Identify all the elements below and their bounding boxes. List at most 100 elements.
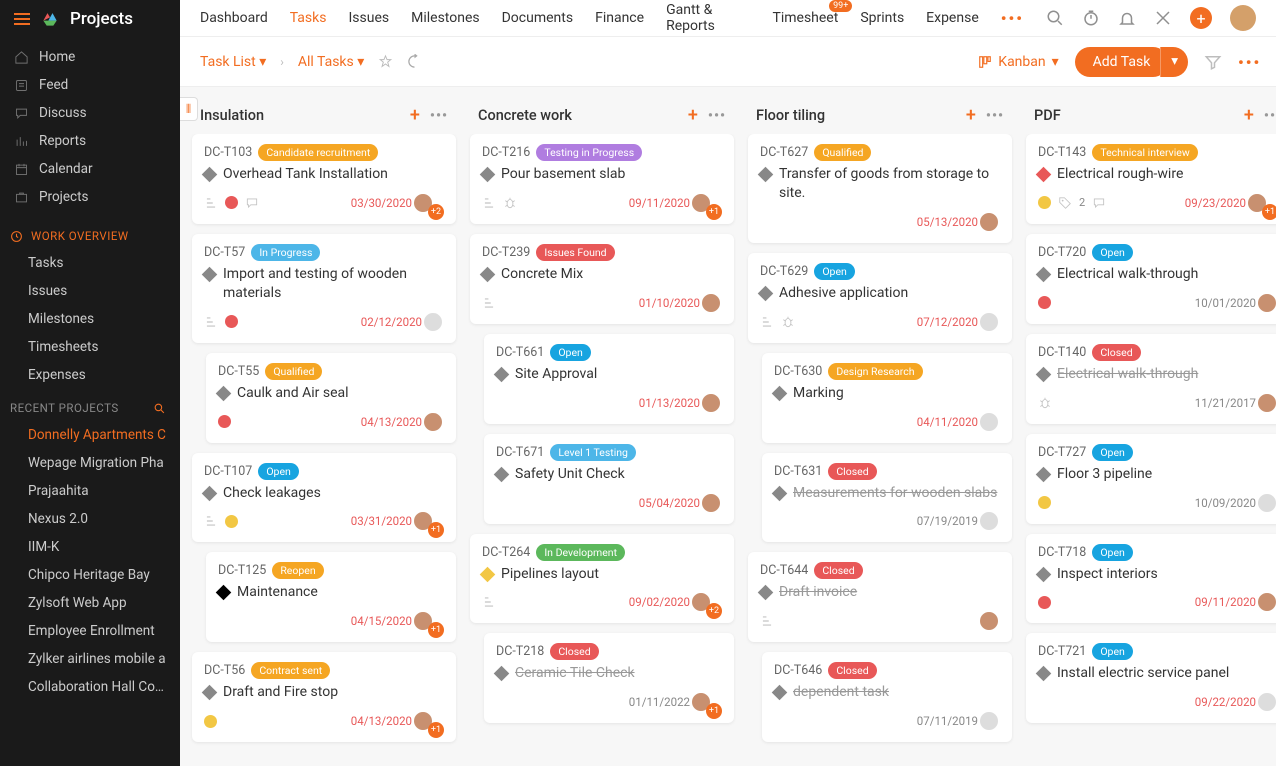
column-more-icon[interactable]: ••• [708,108,726,124]
search-icon[interactable] [153,402,166,415]
task-card[interactable]: DC-T644ClosedDraft invoice [748,552,1012,642]
add-task-button[interactable]: Add Task [1075,47,1169,77]
recent-project-item[interactable]: Wepage Migration Pha [0,449,180,477]
top-tab-timesheet[interactable]: Timesheet99+ [772,10,838,26]
status-pill: Open [550,344,591,361]
recent-project-item[interactable]: Nexus 2.0 [0,505,180,533]
top-tab-dashboard[interactable]: Dashboard [200,10,268,26]
board-slide-handle[interactable]: ⦀ [180,97,198,121]
sidebar-sub-tasks[interactable]: Tasks [0,249,180,277]
task-card[interactable]: DC-T143Technical interviewElectrical rou… [1026,134,1276,224]
column-add-icon[interactable]: + [410,105,420,126]
sidebar-item-calendar[interactable]: Calendar [0,155,180,183]
task-card[interactable]: DC-T107OpenCheck leakages03/31/2020+1 [192,453,456,543]
task-card[interactable]: DC-T727OpenFloor 3 pipeline10/09/2020 [1026,434,1276,524]
task-card[interactable]: DC-T661OpenSite Approval01/13/2020 [484,334,734,424]
recent-project-item[interactable]: Chipco Heritage Bay [0,561,180,589]
avatar-more-count: +2 [706,603,722,619]
sidebar-sub-issues[interactable]: Issues [0,277,180,305]
add-task-dropdown[interactable]: ▾ [1160,47,1188,77]
task-card[interactable]: DC-T721OpenInstall electric service pane… [1026,633,1276,723]
recent-project-item[interactable]: Zylsoft Web App [0,589,180,617]
task-card[interactable]: DC-T627QualifiedTransfer of goods from s… [748,134,1012,243]
task-card[interactable]: DC-T239Issues FoundConcrete Mix01/10/202… [470,234,734,324]
tag-count: 2 [1079,196,1085,209]
timer-icon[interactable] [1082,9,1100,27]
task-title: Maintenance [237,583,318,602]
task-id: DC-T661 [496,345,544,360]
sidebar-item-projects[interactable]: Projects [0,183,180,211]
column-add-icon[interactable]: + [1244,105,1254,126]
search-icon[interactable] [1046,9,1064,27]
top-tab-documents[interactable]: Documents [502,10,573,26]
task-card[interactable]: DC-T671Level 1 TestingSafety Unit Check0… [484,434,734,524]
recent-project-item[interactable]: Donnelly Apartments C [0,421,180,449]
task-card[interactable]: DC-T264In DevelopmentPipelines layout09/… [470,534,734,624]
sidebar-item-home[interactable]: Home [0,43,180,71]
sidebar-sub-milestones[interactable]: Milestones [0,305,180,333]
task-id: DC-T125 [218,563,266,578]
task-title: Caulk and Air seal [237,384,349,403]
sidebar-item-discuss[interactable]: Discuss [0,99,180,127]
top-tab-issues[interactable]: Issues [348,10,389,26]
task-card[interactable]: DC-T56Contract sentDraft and Fire stop04… [192,652,456,742]
more-tabs-icon[interactable]: ••• [1001,9,1024,28]
top-tab-gantt-reports[interactable]: Gantt & Reports [666,2,750,34]
kanban-board: ⦀ Insulation+•••DC-T103Candidate recruit… [180,87,1276,766]
priority-diamond-icon [480,566,496,582]
task-card[interactable]: DC-T57In ProgressImport and testing of w… [192,234,456,343]
hamburger-icon[interactable] [14,13,30,25]
view-selector[interactable]: Kanban ▾ [978,54,1058,70]
column-more-icon[interactable]: ••• [1264,108,1276,124]
task-card[interactable]: DC-T718OpenInspect interiors09/11/2020 [1026,534,1276,624]
task-card[interactable]: DC-T720OpenElectrical walk-through10/01/… [1026,234,1276,324]
recent-project-item[interactable]: Collaboration Hall Cons [0,673,180,701]
task-card[interactable]: DC-T629OpenAdhesive application07/12/202… [748,253,1012,343]
recent-project-item[interactable]: IIM-K [0,533,180,561]
star-icon[interactable] [378,54,393,69]
tools-icon[interactable] [1154,9,1172,27]
column-more-icon[interactable]: ••• [986,108,1004,124]
task-card[interactable]: DC-T55QualifiedCaulk and Air seal04/13/2… [206,353,456,443]
task-card[interactable]: DC-T140ClosedElectrical walk-through11/2… [1026,334,1276,424]
top-tab-expense[interactable]: Expense [926,10,979,26]
avatar-more-count: +1 [428,522,444,538]
recent-project-item[interactable]: Zylker airlines mobile a [0,645,180,673]
recent-project-item[interactable]: Employee Enrollment [0,617,180,645]
top-tab-tasks[interactable]: Tasks [290,10,327,26]
task-card[interactable]: DC-T646Closeddependent task07/11/2019 [762,652,1012,742]
filter-icon[interactable] [1204,53,1222,71]
work-overview-header[interactable]: WORK OVERVIEW [0,217,180,249]
top-tab-sprints[interactable]: Sprints [860,10,904,26]
priority-diamond-icon [1036,267,1052,283]
sidebar-item-reports[interactable]: Reports [0,127,180,155]
sidebar-sub-timesheets[interactable]: Timesheets [0,333,180,361]
recent-project-item[interactable]: Prajaahita [0,477,180,505]
task-card[interactable]: DC-T218ClosedCeramic Tile Check01/11/202… [484,633,734,723]
column-more-icon[interactable]: ••• [430,108,448,124]
column-add-icon[interactable]: + [688,105,698,126]
top-tab-milestones[interactable]: Milestones [411,10,480,26]
task-card[interactable]: DC-T631ClosedMeasurements for wooden sla… [762,453,1012,543]
user-avatar[interactable] [1230,5,1256,31]
priority-med-icon [225,515,238,528]
sidebar-item-feed[interactable]: Feed [0,71,180,99]
refresh-icon[interactable] [407,54,422,69]
task-card[interactable]: DC-T125ReopenMaintenance04/15/2020+1 [206,552,456,642]
breadcrumb-all-tasks[interactable]: All Tasks ▾ [298,54,364,70]
task-card[interactable]: DC-T216Testing in ProgressPour basement … [470,134,734,224]
top-tab-finance[interactable]: Finance [595,10,644,26]
global-add-button[interactable]: + [1190,7,1212,29]
avatar-more-count: +1 [1262,204,1276,220]
bell-icon[interactable] [1118,9,1136,27]
breadcrumb-task-list[interactable]: Task List ▾ [200,54,266,70]
column-title: Floor tiling [756,107,825,124]
more-actions-icon[interactable]: ••• [1238,53,1256,71]
task-id: DC-T56 [204,663,245,678]
task-card[interactable]: DC-T630Design ResearchMarking04/11/2020 [762,353,1012,443]
task-card[interactable]: DC-T103Candidate recruitmentOverhead Tan… [192,134,456,224]
column-add-icon[interactable]: + [966,105,976,126]
sidebar-overview-list: TasksIssuesMilestonesTimesheetsExpenses [0,249,180,389]
sidebar-sub-expenses[interactable]: Expenses [0,361,180,389]
priority-diamond-icon [1036,666,1052,682]
